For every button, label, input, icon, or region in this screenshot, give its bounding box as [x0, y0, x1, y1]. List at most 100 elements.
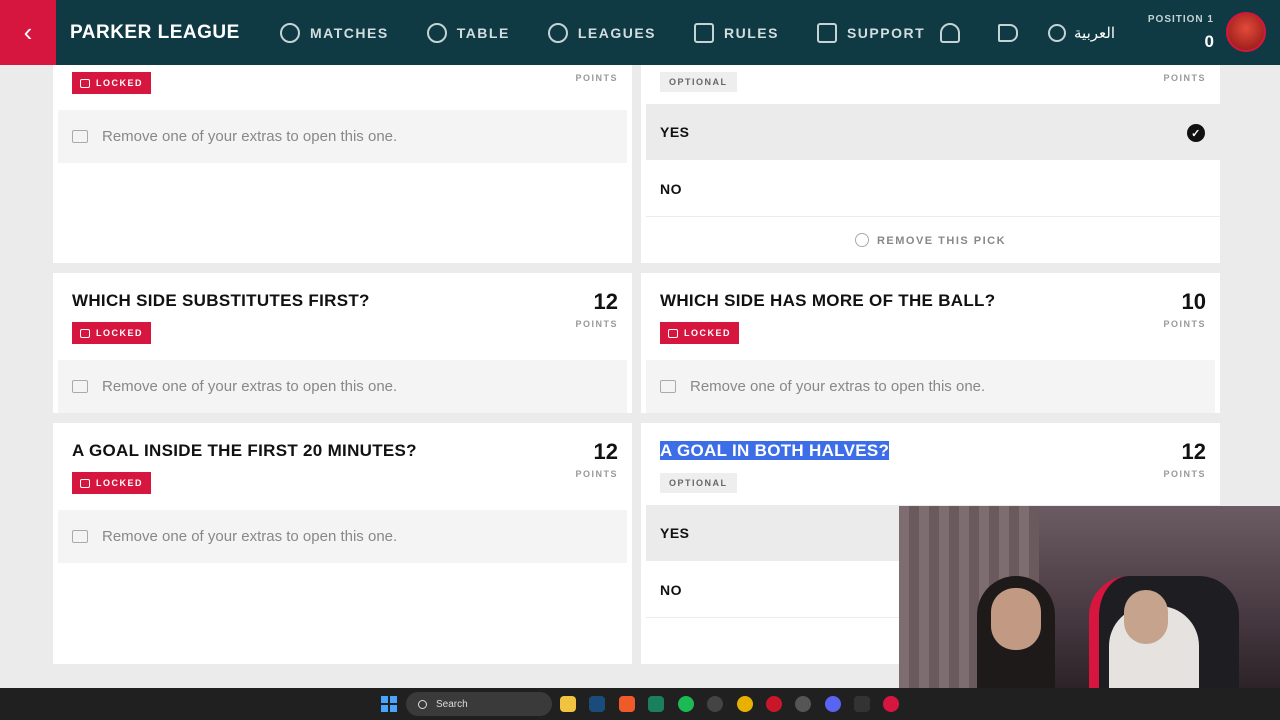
- nav-support-label: SUPPORT: [846, 24, 926, 41]
- points-box: 12 POINTS: [1163, 439, 1206, 479]
- bell-icon[interactable]: [940, 22, 960, 43]
- nav-matches[interactable]: MATCHES: [280, 22, 389, 43]
- option-no-label: NO: [660, 180, 682, 197]
- points-label: POINTS: [575, 73, 618, 83]
- gauge-icon[interactable]: [707, 696, 723, 712]
- nav-table-label: TABLE: [456, 24, 510, 41]
- badge-label: LOCKED: [96, 478, 143, 488]
- remove-pick-button[interactable]: REMOVE THIS PICK: [641, 233, 1220, 247]
- remove-pick-label: REMOVE THIS PICK: [876, 235, 1007, 247]
- locked-message: Remove one of your extras to open this o…: [58, 510, 627, 563]
- option-yes[interactable]: YES ✓: [646, 104, 1220, 160]
- locked-badge: LOCKED: [72, 322, 151, 344]
- brand-title[interactable]: PARKER LEAGUE: [70, 22, 280, 44]
- nav-support[interactable]: SUPPORT: [816, 22, 926, 43]
- locked-message: Remove one of your extras to open this o…: [58, 360, 627, 413]
- checkmark-icon: ✓: [1187, 124, 1205, 142]
- globe-icon: [1048, 23, 1066, 42]
- locked-message-text: Remove one of your extras to open this o…: [690, 378, 986, 395]
- points-value: 10: [1181, 289, 1206, 314]
- locked-message-text: Remove one of your extras to open this o…: [102, 128, 398, 145]
- discord-icon[interactable]: [825, 696, 841, 712]
- locked-message: Remove one of your extras to open this o…: [58, 110, 627, 163]
- option-no[interactable]: NO: [646, 161, 1220, 217]
- language-switch[interactable]: العربية: [1048, 23, 1115, 42]
- nav-table[interactable]: TABLE: [426, 22, 510, 43]
- brave-icon[interactable]: [619, 696, 635, 712]
- points-label: POINTS: [575, 469, 618, 479]
- question-card: WHICH SIDE SUBSTITUTES FIRST? 12 POINTS L…: [53, 273, 632, 413]
- folder-icon[interactable]: [560, 696, 576, 712]
- points-label: POINTS: [1163, 469, 1206, 479]
- badge-label: LOCKED: [684, 328, 731, 338]
- points-label: POINTS: [1163, 73, 1206, 83]
- option-no-label: NO: [660, 581, 682, 598]
- windows-taskbar: Search: [0, 688, 1280, 720]
- lock-icon: [80, 478, 90, 488]
- locked-badge: LOCKED: [660, 322, 739, 344]
- locked-message: Remove one of your extras to open this o…: [646, 360, 1215, 413]
- opera-icon[interactable]: [766, 696, 782, 712]
- badge-label: LOCKED: [96, 78, 143, 88]
- lock-icon: [80, 328, 90, 338]
- language-label: العربية: [1074, 24, 1115, 42]
- points-box: POINTS: [575, 69, 618, 83]
- nav-matches-label: MATCHES: [310, 24, 389, 41]
- speaker-icon[interactable]: [998, 23, 1018, 42]
- settings-icon[interactable]: [795, 696, 811, 712]
- nav-leagues[interactable]: LEAGUES: [547, 22, 656, 43]
- points-box: 12 POINTS: [575, 439, 618, 479]
- trophy-icon: [426, 22, 447, 43]
- points-box: 10 POINTS: [1163, 289, 1206, 329]
- optional-badge: OPTIONAL: [660, 473, 737, 493]
- ball-icon: [280, 22, 300, 43]
- nav-rules[interactable]: RULES: [694, 22, 779, 43]
- chevron-left-icon: ‹: [23, 17, 33, 47]
- option-yes-label: YES: [660, 123, 690, 140]
- avatar[interactable]: [1226, 12, 1266, 52]
- question-title: A GOAL INSIDE THE FIRST 20 MINUTES?: [72, 441, 417, 460]
- nav-leagues-label: LEAGUES: [577, 24, 656, 41]
- search-icon: [418, 699, 427, 709]
- windows-start-icon[interactable]: [381, 696, 397, 712]
- question-card: POINTS LOCKED Remove one of your extras …: [53, 65, 632, 263]
- spotify-icon[interactable]: [678, 696, 694, 712]
- lock-icon: [72, 530, 88, 543]
- badge-label: LOCKED: [96, 328, 143, 338]
- position-label: POSITION 1: [1147, 14, 1214, 25]
- taskbar-search-label: Search: [436, 698, 468, 710]
- coffee-icon: [816, 22, 837, 43]
- webcam-overlay: [899, 506, 1280, 688]
- locked-message-text: Remove one of your extras to open this o…: [102, 528, 398, 545]
- question-card: A GOAL INSIDE THE FIRST 20 MINUTES? 12 PO…: [53, 423, 632, 664]
- question-title-text: A GOAL IN BOTH HALVES?: [660, 441, 890, 460]
- option-yes-label: YES: [660, 524, 690, 541]
- lock-icon: [72, 380, 88, 393]
- locked-badge: LOCKED: [72, 472, 151, 494]
- locked-message-text: Remove one of your extras to open this o…: [102, 378, 398, 395]
- question-title: WHICH SIDE HAS MORE OF THE BALL?: [660, 291, 996, 310]
- terminal-icon[interactable]: [854, 696, 870, 712]
- chrome-icon[interactable]: [737, 696, 753, 712]
- app-icon[interactable]: [648, 696, 664, 712]
- webcam-face: [1124, 590, 1168, 644]
- lock-icon: [660, 380, 676, 393]
- question-title: WHICH SIDE SUBSTITUTES FIRST?: [72, 291, 370, 310]
- points-box: 12 POINTS: [575, 289, 618, 329]
- question-title[interactable]: A GOAL IN BOTH HALVES?: [660, 441, 890, 461]
- taskbar-search[interactable]: Search: [406, 692, 552, 716]
- top-navbar: ‹ PARKER LEAGUE MATCHES TABLE LEAGUES RU…: [0, 0, 1280, 65]
- nav-rules-label: RULES: [724, 24, 779, 41]
- header-actions: العربية: [940, 0, 1115, 65]
- users-icon: [547, 22, 568, 43]
- close-circle-icon: [854, 233, 869, 247]
- optional-badge: OPTIONAL: [660, 72, 737, 92]
- lock-icon: [668, 328, 678, 338]
- points-value: 12: [593, 439, 618, 464]
- score-value: 0: [1204, 32, 1214, 51]
- document-icon: [694, 22, 714, 43]
- points-label: POINTS: [1163, 319, 1206, 329]
- back-button[interactable]: ‹: [0, 0, 56, 65]
- steam-icon[interactable]: [589, 696, 605, 712]
- app-icon[interactable]: [883, 696, 899, 712]
